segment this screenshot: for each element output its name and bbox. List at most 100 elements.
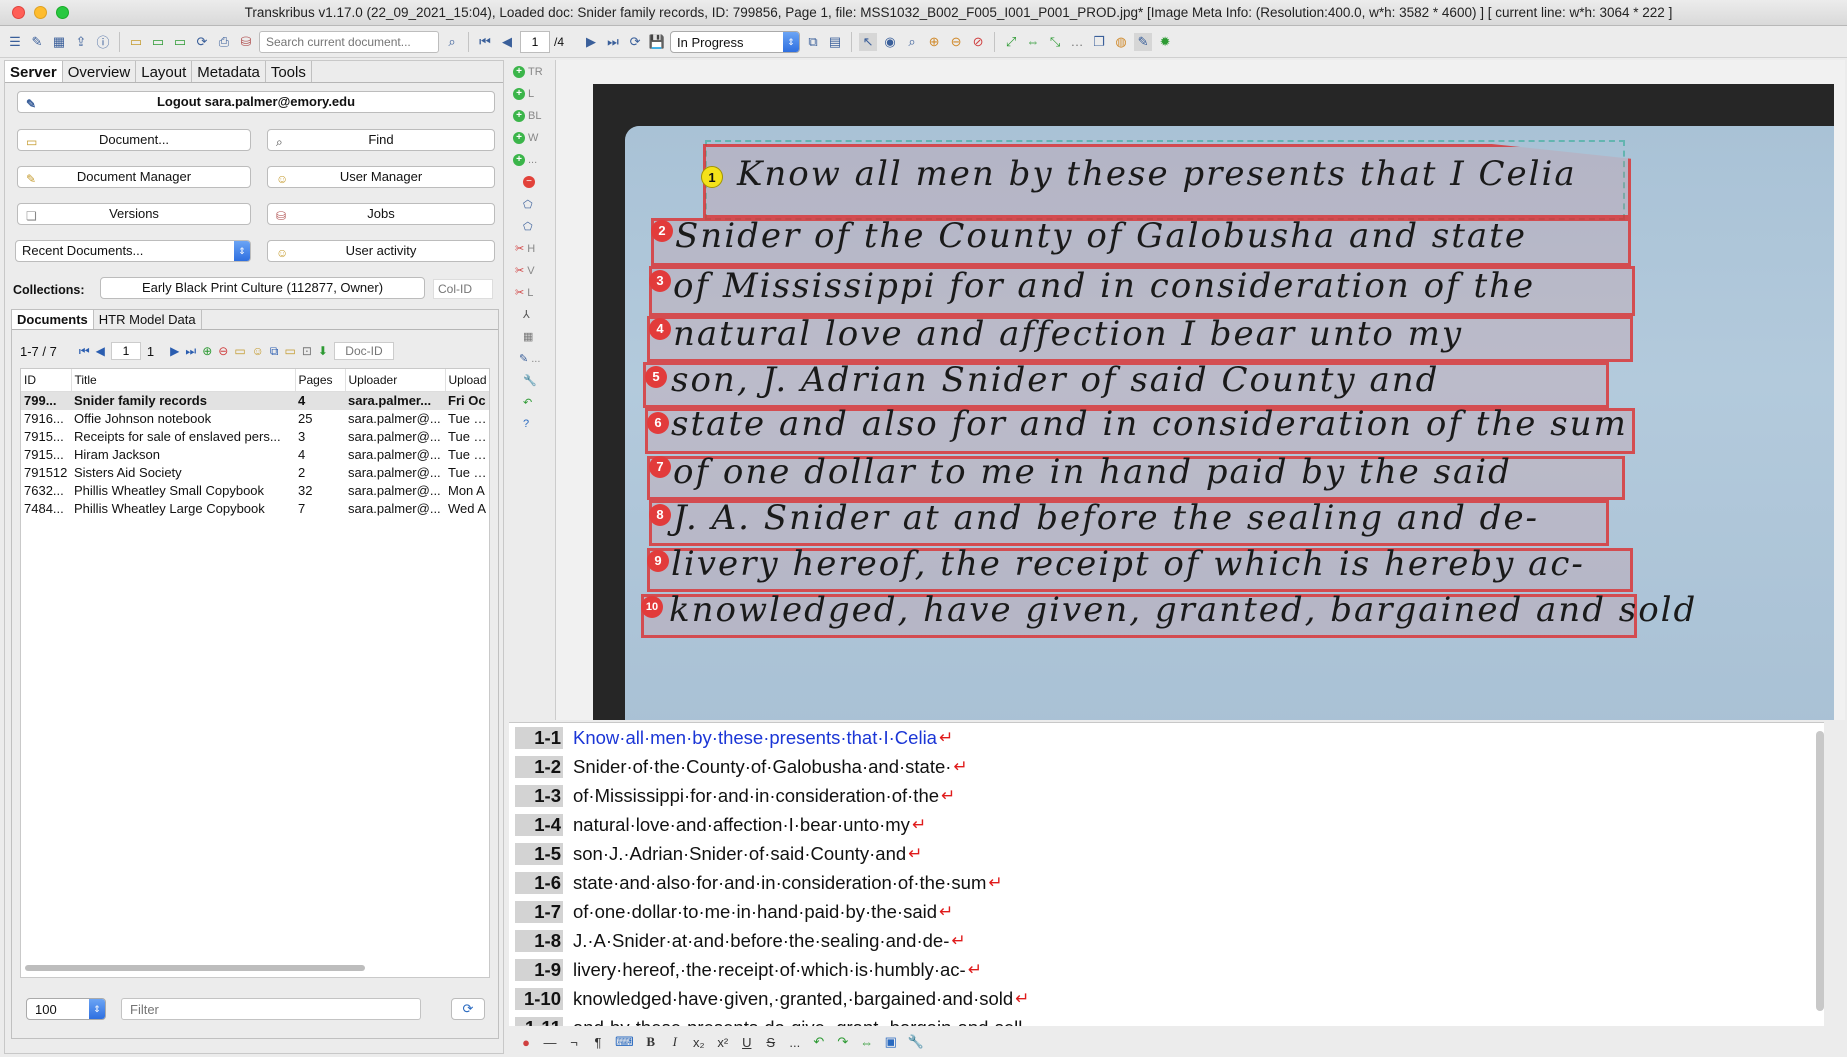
search-icon[interactable]: ⌕ (443, 33, 461, 51)
share-folder-icon[interactable]: ▭ (285, 344, 296, 358)
transcription-editor[interactable]: 1-1 Know·all·men·by·these·presents·that·… (509, 722, 1824, 1026)
more-format-button[interactable]: ... (788, 1035, 802, 1050)
folder-add-icon[interactable]: ▭ (234, 344, 245, 358)
subscript-button[interactable]: x₂ (692, 1035, 706, 1050)
jobs-button[interactable]: ⛁ Jobs (267, 203, 495, 225)
table-row[interactable]: 7915... Receipts for sale of enslaved pe… (21, 428, 489, 446)
add-folder-icon[interactable]: ▭ (149, 33, 167, 51)
line-marker[interactable]: 6 (647, 412, 669, 434)
redo-icon[interactable]: ↷ (836, 1034, 850, 1050)
split-line-tool[interactable]: ✂ L (515, 286, 533, 300)
transcript-line[interactable]: 1-6 state·and·also·for·and·in·considerat… (515, 868, 1003, 897)
table-row[interactable]: 799... Snider family records 4 sara.palm… (21, 391, 489, 410)
add-document-icon[interactable]: ⊕ (202, 344, 212, 358)
find-button[interactable]: ⌕ Find (267, 129, 495, 151)
minimize-window-button[interactable] (34, 6, 47, 19)
add-text-region-tool[interactable]: + TR (513, 66, 543, 78)
edit-transcript-icon[interactable]: ✎ (1134, 32, 1153, 51)
bold-button[interactable]: B (644, 1034, 658, 1050)
line-text[interactable]: of·Mississippi·for·and·in·consideration·… (573, 785, 939, 807)
tab-htr-model-data[interactable]: HTR Model Data (94, 310, 202, 329)
vertical-scrollbar[interactable] (1816, 731, 1824, 1011)
search-document-input[interactable] (259, 30, 439, 53)
merge-tool[interactable]: ⅄ (523, 308, 530, 321)
layout-icon[interactable]: ▣ (884, 1034, 898, 1050)
collection-selector[interactable]: Early Black Print Culture (112877, Owner… (100, 277, 425, 299)
filter-input[interactable] (121, 998, 421, 1020)
line-text[interactable]: J.·A·Snider·at·and·before·the·sealing·an… (573, 930, 949, 952)
help-tool[interactable]: ? (523, 418, 529, 430)
line-text[interactable]: state·and·also·for·and·in·consideration·… (573, 872, 986, 894)
table-row[interactable]: 791512 Sisters Aid Society 2 sara.palmer… (21, 464, 489, 482)
line-marker[interactable]: 5 (645, 366, 667, 388)
edit-more-tool[interactable]: ✎... (519, 352, 540, 366)
user-activity-button[interactable]: ☺ User activity (267, 240, 495, 262)
zoom-reset-icon[interactable]: ⊘ (969, 33, 987, 51)
users-icon[interactable]: ☺ (252, 344, 264, 358)
swap-icon[interactable]: ⇔ (860, 1035, 874, 1050)
zoom-in-icon[interactable]: ⊕ (925, 33, 943, 51)
fit-width-icon[interactable]: ⇔ (1024, 33, 1042, 51)
more-icon[interactable]: … (1068, 33, 1086, 51)
italic-button[interactable]: I (668, 1034, 682, 1050)
sync-icon[interactable]: ⟳ (193, 33, 211, 51)
recent-documents-select[interactable]: Recent Documents... ⇕ (15, 240, 251, 262)
line-marker[interactable]: 2 (651, 220, 673, 242)
user-manager-button[interactable]: ☺ User Manager (267, 166, 495, 188)
table-row[interactable]: 7484... Phillis Wheatley Large Copybook … (21, 500, 489, 518)
line-text[interactable]: Know·all·men·by·these·presents·that·I·Ce… (573, 727, 937, 749)
image-canvas[interactable]: 1 Know all men by these presents that I … (555, 60, 1845, 720)
column-header-pages[interactable]: Pages (295, 369, 346, 392)
view-icon[interactable]: ▦ (50, 33, 68, 51)
menu-icon[interactable]: ☰ (6, 33, 24, 51)
prev-page-icon[interactable]: ◀ (96, 344, 105, 358)
strikethrough-button[interactable]: S (764, 1035, 778, 1050)
undo-icon[interactable]: ↶ (812, 1034, 826, 1050)
fit-page-icon[interactable]: ⤢ (1002, 33, 1020, 51)
remove-point-tool[interactable]: ⬠ (523, 220, 533, 233)
tab-layout[interactable]: Layout (136, 61, 193, 82)
line-text[interactable]: natural·love·and·affection·I·bear·unto·m… (573, 814, 910, 836)
superscript-button[interactable]: x² (716, 1035, 730, 1050)
close-window-button[interactable] (12, 6, 25, 19)
pen-icon[interactable]: ✎ (28, 33, 46, 51)
tab-overview[interactable]: Overview (63, 61, 137, 82)
line-text[interactable]: livery·hereof,·the·receipt·of·which·is·h… (573, 959, 966, 981)
undo-tool[interactable]: ↶ (523, 396, 532, 409)
database-icon[interactable]: ⛁ (237, 33, 255, 51)
line-marker[interactable]: 9 (647, 550, 669, 572)
page-icon[interactable]: ▤ (826, 33, 844, 51)
duplicate-icon[interactable]: ⧉ (270, 344, 279, 359)
column-header-upload[interactable]: Upload (445, 369, 489, 392)
transcript-line[interactable]: 1-1 Know·all·men·by·these·presents·that·… (515, 723, 953, 752)
print-icon[interactable]: ⎙ (215, 33, 233, 51)
palette-icon[interactable]: ◍ (1112, 33, 1130, 51)
transcript-line[interactable]: 1-5 son·J.·Adrian·Snider·of·said·County·… (515, 839, 922, 868)
underline-button[interactable]: U (740, 1035, 754, 1050)
transcript-line[interactable]: 1-9 livery·hereof,·the·receipt·of·which·… (515, 955, 982, 984)
logout-button[interactable]: ✎ Logout sara.palmer@emory.edu (17, 91, 495, 113)
column-header-id[interactable]: ID (21, 369, 72, 392)
remove-document-icon[interactable]: ⊖ (218, 344, 228, 358)
line-text[interactable]: son·J.·Adrian·Snider·of·said·County·and (573, 843, 906, 865)
add-line-tool[interactable]: + L (513, 88, 534, 100)
collection-id-input[interactable] (433, 279, 493, 299)
line-text[interactable]: knowledged·have·given,·granted,·bargaine… (573, 988, 1013, 1010)
last-page-icon[interactable]: ⏭ (604, 33, 622, 51)
column-header-uploader[interactable]: Uploader (345, 369, 446, 392)
table-row[interactable]: 7632... Phillis Wheatley Small Copybook … (21, 482, 489, 500)
open-folder-icon[interactable]: ▭ (127, 33, 145, 51)
page-status-select[interactable]: In Progress ⇕ (670, 30, 801, 53)
prev-page-icon[interactable]: ◀ (498, 33, 516, 51)
line-marker[interactable]: 4 (649, 318, 671, 340)
document-button[interactable]: ▭ Document... (17, 129, 251, 151)
split-vertical-tool[interactable]: ✂ V (515, 264, 535, 278)
tag-icon[interactable]: ● (519, 1035, 533, 1050)
split-horizontal-tool[interactable]: ✂ H (515, 242, 535, 256)
info-icon[interactable]: ⓘ (94, 33, 112, 51)
transcript-line[interactable]: 1-10 knowledged·have·given,·granted,·bar… (515, 984, 1029, 1013)
zoom-region-icon[interactable]: ⌕ (903, 33, 921, 51)
table-tool[interactable]: ▦ (523, 330, 533, 343)
line-marker[interactable]: 1 (701, 166, 723, 188)
add-word-tool[interactable]: + W (513, 132, 538, 144)
